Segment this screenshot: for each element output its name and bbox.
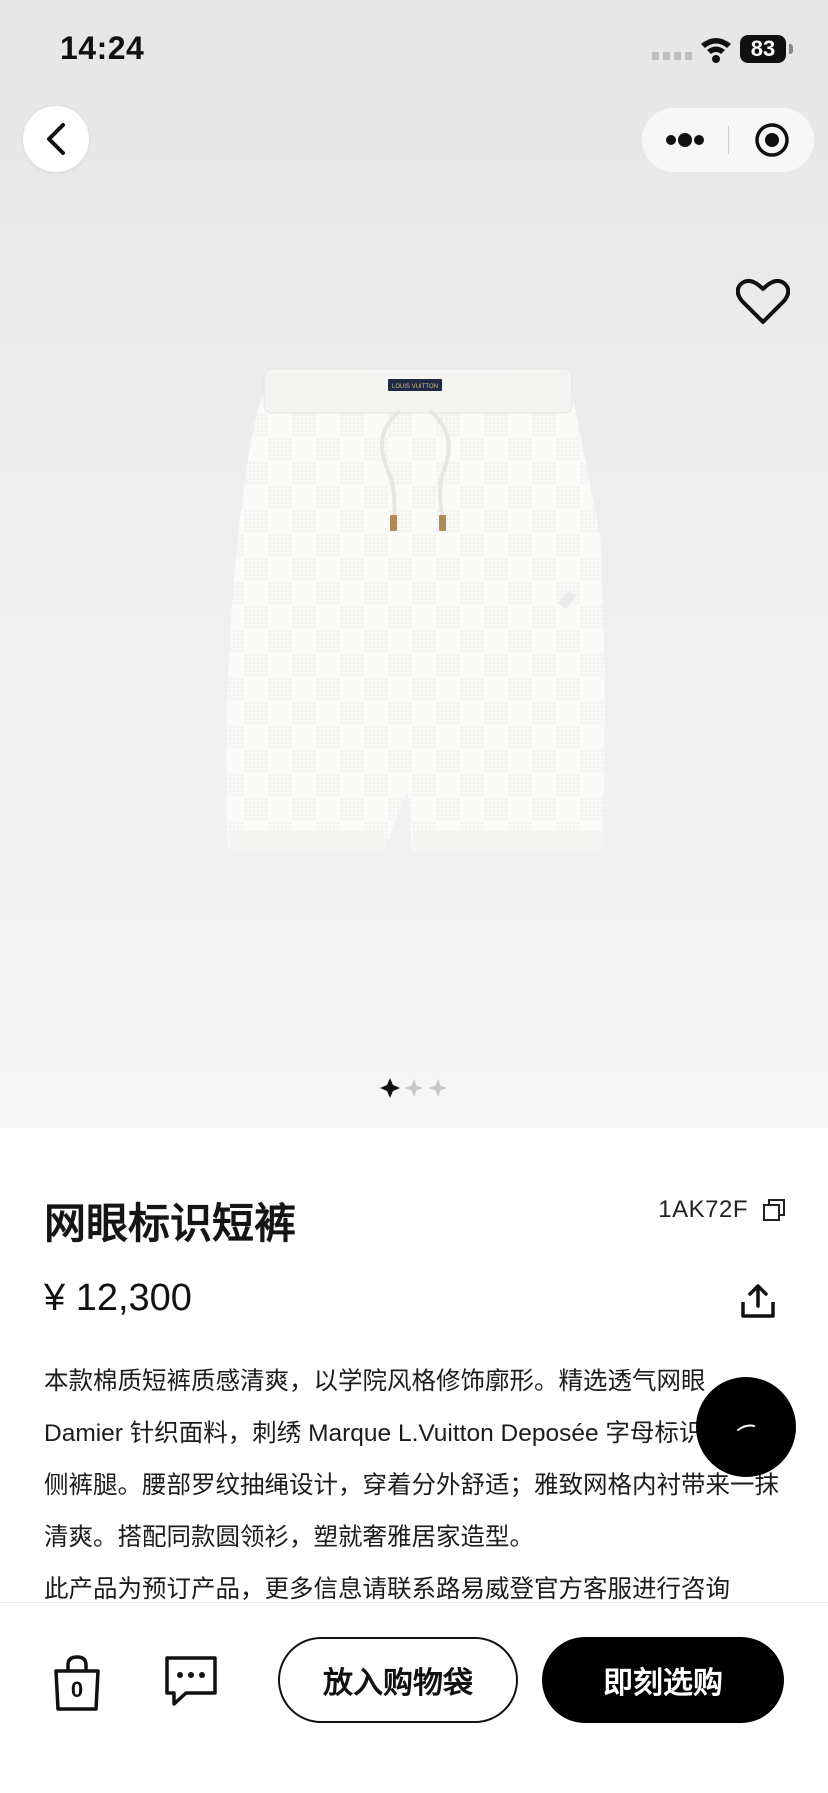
product-title: 网眼标识短裤 bbox=[44, 1200, 297, 1247]
battery-icon: 83 bbox=[740, 35, 786, 63]
status-time: 14:24 bbox=[60, 30, 145, 66]
carousel-dots[interactable] bbox=[380, 1076, 450, 1100]
buy-now-button[interactable]: 即刻选购 bbox=[542, 1637, 784, 1723]
back-button[interactable] bbox=[23, 106, 89, 172]
battery-tip bbox=[789, 44, 793, 54]
description-text: 本款棉质短裤质感清爽，以学院风格修饰廓形。精选透气网眼 Damier 针织面料，… bbox=[44, 1368, 779, 1551]
signal-icon bbox=[652, 52, 692, 60]
chat-button[interactable] bbox=[164, 1655, 218, 1707]
product-sku: 1AK72F bbox=[658, 1196, 748, 1223]
close-miniprogram-button[interactable] bbox=[729, 108, 814, 172]
svg-text:LOUIS VUITTON: LOUIS VUITTON bbox=[392, 384, 438, 390]
status-bar: 14:24 83 bbox=[0, 0, 828, 100]
product-price: ¥ 12,300 bbox=[44, 1277, 192, 1319]
product-description: 本款棉质短裤质感清爽，以学院风格修饰廓形。精选透气网眼 Damier 针织面料，… bbox=[44, 1356, 784, 1616]
chat-bubble-icon bbox=[737, 1424, 755, 1431]
add-to-bag-button[interactable]: 放入购物袋 bbox=[278, 1637, 518, 1723]
copy-icon[interactable] bbox=[762, 1198, 786, 1222]
more-dots-icon bbox=[666, 133, 704, 147]
wifi-icon bbox=[701, 38, 731, 63]
sku-copy[interactable]: 1AK72F bbox=[658, 1196, 786, 1224]
floating-chat-button[interactable] bbox=[696, 1377, 796, 1477]
miniprogram-capsule bbox=[642, 108, 814, 172]
target-icon bbox=[754, 123, 789, 157]
product-image[interactable]: LOUIS VUITTON bbox=[220, 365, 610, 870]
bag-count: 0 bbox=[70, 1677, 84, 1702]
bottom-action-bar: 0 放入购物袋 即刻选购 bbox=[0, 1602, 828, 1793]
heart-outline-icon bbox=[736, 278, 790, 324]
chevron-left-icon bbox=[47, 123, 65, 155]
shopping-bag-button[interactable]: 0 bbox=[52, 1655, 102, 1711]
more-button[interactable] bbox=[642, 108, 728, 172]
wishlist-button[interactable] bbox=[733, 274, 793, 330]
chat-icon bbox=[165, 1656, 217, 1706]
share-icon[interactable] bbox=[740, 1282, 776, 1320]
